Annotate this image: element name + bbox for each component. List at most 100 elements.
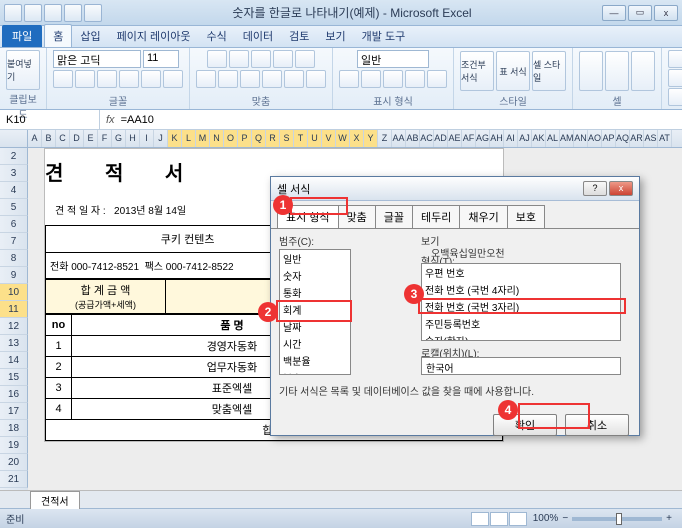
view-tab[interactable]: 보기 — [317, 25, 353, 47]
maximize-button[interactable]: ▭ — [628, 5, 652, 21]
dialog-help-button[interactable]: ? — [583, 181, 607, 196]
align-mid-icon[interactable] — [229, 50, 249, 68]
file-tab[interactable]: 파일 — [2, 25, 42, 47]
col-U[interactable]: U — [308, 130, 322, 147]
row-7[interactable]: 7 — [0, 233, 28, 250]
category-item[interactable]: 시간 — [280, 335, 350, 352]
sheet-tab-1[interactable]: 견적서 — [30, 491, 80, 509]
layout-tab[interactable]: 페이지 레이아웃 — [109, 25, 199, 47]
row-5[interactable]: 5 — [0, 199, 28, 216]
insert-tab[interactable]: 삽입 — [72, 25, 108, 47]
category-item[interactable]: 백분율 — [280, 352, 350, 369]
col-AI[interactable]: AI — [504, 130, 518, 147]
dialog-tab-5[interactable]: 보호 — [507, 205, 545, 228]
row-12[interactable]: 12 — [0, 318, 28, 335]
col-AN[interactable]: AN — [574, 130, 588, 147]
col-AP[interactable]: AP — [602, 130, 616, 147]
col-AF[interactable]: AF — [462, 130, 476, 147]
dialog-close-button[interactable]: x — [609, 181, 633, 196]
review-tab[interactable]: 검토 — [281, 25, 317, 47]
fill-icon[interactable] — [141, 70, 161, 88]
fill-down-icon[interactable] — [668, 69, 682, 87]
dec-dec-icon[interactable] — [427, 70, 447, 88]
col-K[interactable]: K — [168, 130, 182, 147]
col-AK[interactable]: AK — [532, 130, 546, 147]
col-F[interactable]: F — [98, 130, 112, 147]
merge-icon[interactable] — [306, 70, 326, 88]
col-AJ[interactable]: AJ — [518, 130, 532, 147]
col-C[interactable]: C — [56, 130, 70, 147]
home-tab[interactable]: 홈 — [44, 24, 72, 47]
col-D[interactable]: D — [70, 130, 84, 147]
format-item[interactable]: 주민등록번호 — [422, 315, 620, 332]
format-item[interactable]: 전화 번호 (국번 3자리) — [422, 298, 620, 315]
col-Z[interactable]: Z — [378, 130, 392, 147]
inc-dec-icon[interactable] — [405, 70, 425, 88]
qat-menu-icon[interactable] — [84, 4, 102, 22]
row-21[interactable]: 21 — [0, 471, 28, 488]
format-item[interactable]: 전화 번호 (국번 4자리) — [422, 281, 620, 298]
align-right-icon[interactable] — [240, 70, 260, 88]
row-16[interactable]: 16 — [0, 386, 28, 403]
percent-icon[interactable] — [361, 70, 381, 88]
row-4[interactable]: 4 — [0, 182, 28, 199]
clear-icon[interactable] — [668, 88, 682, 106]
page-layout-icon[interactable] — [490, 512, 508, 526]
col-AG[interactable]: AG — [476, 130, 490, 147]
category-item[interactable]: 숫자 — [280, 267, 350, 284]
col-A[interactable]: A — [28, 130, 42, 147]
cond-fmt-button[interactable]: 조건부 서식 — [460, 51, 494, 91]
row-9[interactable]: 9 — [0, 267, 28, 284]
align-left-icon[interactable] — [196, 70, 216, 88]
format-list[interactable]: 우편 번호전화 번호 (국번 4자리)전화 번호 (국번 3자리)주민등록번호숫… — [421, 263, 621, 341]
dialog-tab-3[interactable]: 테두리 — [412, 205, 460, 228]
table-fmt-button[interactable]: 표 서식 — [496, 51, 530, 91]
col-AB[interactable]: AB — [406, 130, 420, 147]
pagebreak-icon[interactable] — [509, 512, 527, 526]
italic-icon[interactable] — [75, 70, 95, 88]
row-3[interactable]: 3 — [0, 165, 28, 182]
undo-icon[interactable] — [44, 4, 62, 22]
row-11[interactable]: 11 — [0, 301, 28, 318]
col-AA[interactable]: AA — [392, 130, 406, 147]
normal-view-icon[interactable] — [471, 512, 489, 526]
col-AD[interactable]: AD — [434, 130, 448, 147]
category-item[interactable]: 분수 — [280, 369, 350, 375]
col-T[interactable]: T — [294, 130, 308, 147]
col-AT[interactable]: AT — [658, 130, 672, 147]
cancel-button[interactable]: 취소 — [565, 414, 629, 436]
font-select[interactable]: 맑은 고딕 — [53, 50, 141, 68]
redo-icon[interactable] — [64, 4, 82, 22]
row-20[interactable]: 20 — [0, 454, 28, 471]
border-icon[interactable] — [119, 70, 139, 88]
row-10[interactable]: 10 — [0, 284, 28, 301]
row-8[interactable]: 8 — [0, 250, 28, 267]
row-19[interactable]: 19 — [0, 437, 28, 454]
row-6[interactable]: 6 — [0, 216, 28, 233]
select-all-corner[interactable] — [0, 130, 28, 147]
row-15[interactable]: 15 — [0, 369, 28, 386]
fx-icon[interactable]: fx — [106, 114, 115, 126]
col-P[interactable]: P — [238, 130, 252, 147]
col-AS[interactable]: AS — [644, 130, 658, 147]
col-AO[interactable]: AO — [588, 130, 602, 147]
data-tab[interactable]: 데이터 — [235, 25, 281, 47]
category-list[interactable]: 일반숫자통화회계날짜시간백분율분수지수텍스트기타사용자 지정 — [279, 249, 351, 375]
col-AL[interactable]: AL — [546, 130, 560, 147]
comma-icon[interactable] — [383, 70, 403, 88]
align-center-icon[interactable] — [218, 70, 238, 88]
category-item[interactable]: 회계 — [280, 301, 350, 318]
col-N[interactable]: N — [210, 130, 224, 147]
fontcolor-icon[interactable] — [163, 70, 183, 88]
close-button[interactable]: x — [654, 5, 678, 21]
numfmt-select[interactable]: 일반 — [357, 50, 429, 68]
col-AC[interactable]: AC — [420, 130, 434, 147]
col-AH[interactable]: AH — [490, 130, 504, 147]
insert-cell-icon[interactable] — [579, 51, 603, 91]
col-S[interactable]: S — [280, 130, 294, 147]
dialog-tab-4[interactable]: 채우기 — [459, 205, 507, 228]
underline-icon[interactable] — [97, 70, 117, 88]
wrap-icon[interactable] — [295, 50, 315, 68]
col-L[interactable]: L — [182, 130, 196, 147]
align-bot-icon[interactable] — [251, 50, 271, 68]
